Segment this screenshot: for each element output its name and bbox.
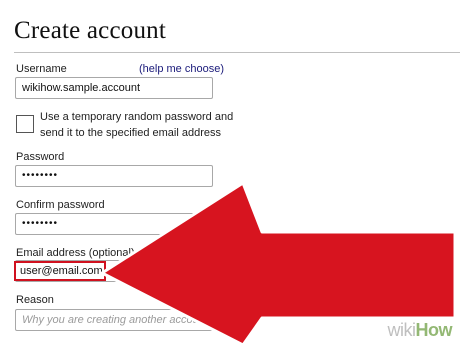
wikihow-watermark: wikiHow	[388, 320, 453, 341]
watermark-how: How	[415, 320, 453, 340]
pointer-arrow-annotation	[100, 181, 457, 345]
watermark-wiki: wiki	[387, 320, 417, 340]
